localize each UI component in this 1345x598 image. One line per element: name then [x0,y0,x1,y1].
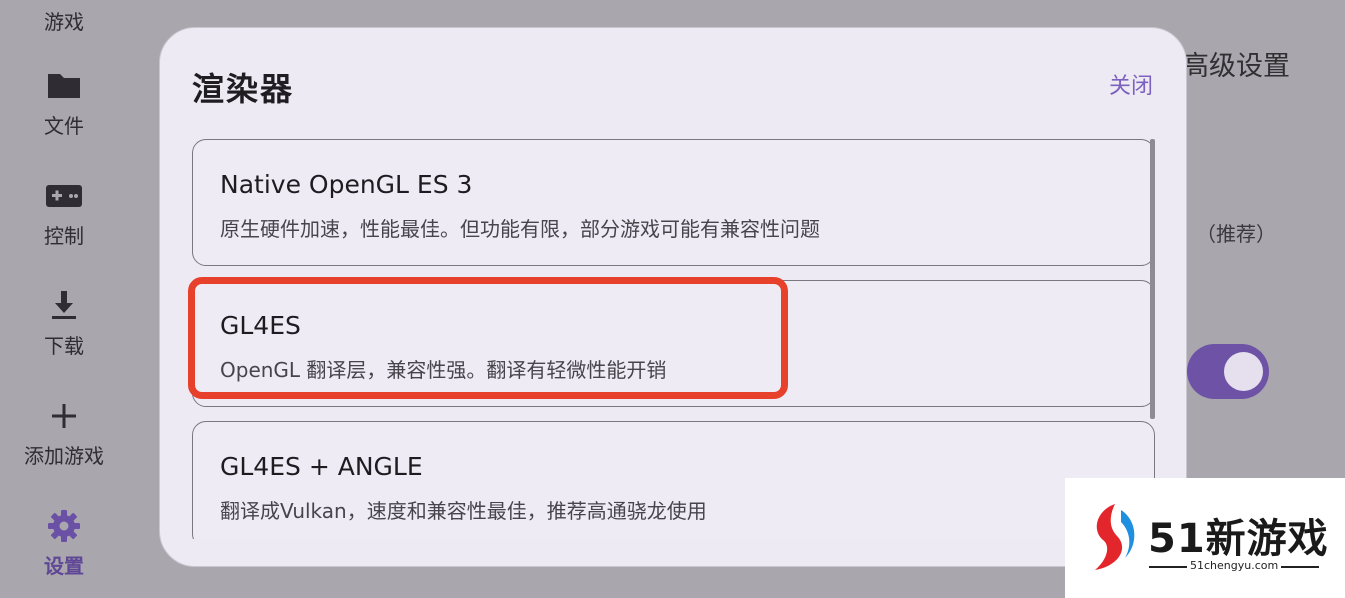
renderer-options-list[interactable]: Native OpenGL ES 3 原生硬件加速，性能最佳。但功能有限，部分游… [192,139,1155,539]
option-description: 翻译成Vulkan，速度和兼容性最佳，推荐高通骁龙使用 [220,499,707,523]
option-description: OpenGL 翻译层，兼容性强。翻译有轻微性能开销 [220,358,667,382]
watermark-divider [1149,566,1187,568]
option-name: Native OpenGL ES 3 [220,170,473,199]
watermark-url: 51chengyu.com [1190,559,1279,572]
close-button[interactable]: 关闭 [1109,68,1153,100]
renderer-option-native-gles3[interactable]: Native OpenGL ES 3 原生硬件加速，性能最佳。但功能有限，部分游… [192,139,1155,266]
plus-icon [52,404,76,428]
dialog-title: 渲染器 [192,70,295,108]
nav-label-files: 文件 [44,114,84,138]
settings-section-title: 高级设置 [1182,51,1290,82]
watermark-divider [1281,566,1319,568]
navigation-sidebar: 游戏 文件 控制 下载 添加游戏 设置 [0,0,128,598]
nav-label-add-game: 添加游戏 [24,444,104,468]
nav-item-add-game[interactable]: 添加游戏 [0,396,128,468]
renderer-dialog: 渲染器 关闭 Native OpenGL ES 3 原生硬件加速，性能最佳。但功… [159,27,1187,567]
option-name: GL4ES + ANGLE [220,452,423,481]
nav-item-settings[interactable]: 设置 [0,506,128,578]
options-scrollbar[interactable] [1150,139,1155,419]
watermark: 51新游戏 51chengyu.com [1065,478,1345,598]
gear-icon [48,510,80,542]
nav-label-controls: 控制 [44,224,84,248]
option-name: GL4ES [220,311,301,340]
folder-icon [48,74,80,98]
nav-label-settings: 设置 [44,554,84,578]
brand-logo-icon [1095,504,1135,570]
nav-label-games: 游戏 [44,10,84,34]
toggle-knob [1224,352,1263,391]
watermark-brand: 51新游戏 [1148,516,1329,562]
recommend-label: （推荐） [1196,222,1276,246]
nav-item-downloads[interactable]: 下载 [0,286,128,358]
controller-icon [46,185,82,207]
renderer-option-gl4es[interactable]: GL4ES OpenGL 翻译层，兼容性强。翻译有轻微性能开销 [192,280,1155,407]
nav-label-downloads: 下载 [44,334,84,358]
renderer-option-gl4es-angle[interactable]: GL4ES + ANGLE 翻译成Vulkan，速度和兼容性最佳，推荐高通骁龙使… [192,421,1155,539]
nav-item-games[interactable]: 游戏 [0,0,128,34]
option-description: 原生硬件加速，性能最佳。但功能有限，部分游戏可能有兼容性问题 [220,217,820,241]
nav-item-controls[interactable]: 控制 [0,176,128,248]
nav-item-files[interactable]: 文件 [0,66,128,138]
settings-toggle[interactable] [1187,344,1269,399]
download-icon [52,291,76,319]
